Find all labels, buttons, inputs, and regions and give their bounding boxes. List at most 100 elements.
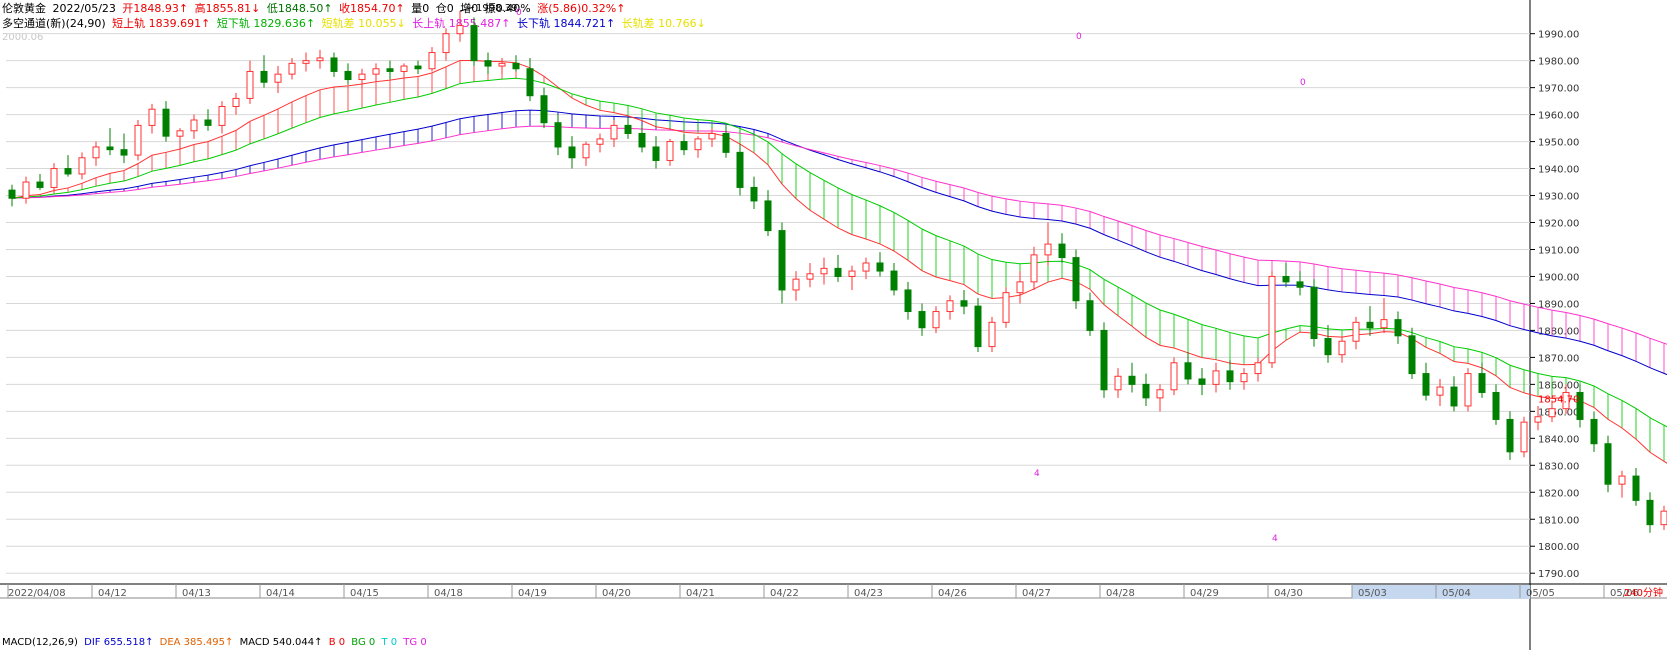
candle-body [1632, 475, 1640, 501]
candle-body [764, 200, 772, 232]
x-tick-label: 04/23 [854, 588, 883, 599]
candle-body [1030, 254, 1038, 283]
candle-body [1240, 373, 1248, 383]
candle-body [1170, 362, 1178, 391]
y-tick-label: 1970.00 [1538, 84, 1579, 95]
y-tick-label: 1850.00 [1538, 407, 1579, 418]
candle-body [1114, 375, 1122, 391]
candle-body [1548, 408, 1556, 418]
signal-marker: 0 [1300, 78, 1306, 88]
macd-dif: DIF 655.518↑ [84, 637, 154, 648]
candle-body [78, 157, 86, 175]
candle-body [624, 124, 632, 134]
candle-body [1226, 370, 1234, 383]
y-tick-label: 1950.00 [1538, 138, 1579, 149]
y-tick-label: 1960.00 [1538, 111, 1579, 122]
long-lower-line [11, 125, 1667, 345]
y-tick-label: 1830.00 [1538, 461, 1579, 472]
candle-body [414, 65, 422, 70]
candle-body [134, 124, 142, 156]
candle-body [428, 52, 436, 70]
candle-body [890, 270, 898, 291]
candle-body [1646, 499, 1654, 526]
candle-body [274, 73, 282, 83]
candle-body [834, 267, 842, 277]
candle-body [1604, 443, 1612, 485]
x-tick-label: 04/28 [1106, 588, 1135, 599]
extreme-leader [459, 6, 475, 12]
x-tick-label: 04/26 [938, 588, 967, 599]
macd-t: T 0 [381, 637, 398, 648]
candle-body [470, 25, 478, 62]
x-tick-label: 04/18 [434, 588, 463, 599]
candle-body [190, 119, 198, 132]
candle-body [638, 132, 646, 148]
candle-body [1408, 335, 1416, 375]
candle-body [50, 168, 58, 188]
y-tick-label: 1910.00 [1538, 245, 1579, 256]
candle-body [974, 305, 982, 348]
candle-body [92, 146, 100, 159]
x-tick-label: 05/04 [1442, 588, 1471, 599]
candle-body [302, 60, 310, 64]
x-tick-label: 04/14 [266, 588, 295, 599]
candle-body [1310, 286, 1318, 340]
candle-body [512, 62, 520, 70]
candle-body [666, 141, 674, 161]
candle-body [498, 62, 506, 67]
candle-body [36, 181, 44, 188]
signal-marker: 4 [1034, 469, 1040, 479]
y-tick-label: 1860.00 [1538, 380, 1579, 391]
candle-body [1590, 418, 1598, 445]
candle-body [1394, 319, 1402, 337]
candle-body [988, 321, 996, 348]
candle-body [540, 95, 548, 124]
candle-body [176, 130, 184, 137]
candle-body [932, 311, 940, 329]
candle-body [722, 132, 730, 153]
candle-body [610, 124, 618, 140]
y-tick-label: 1800.00 [1538, 542, 1579, 553]
candle-body [8, 189, 16, 199]
signal-marker: 4 [1272, 534, 1278, 544]
candle-body [1492, 391, 1500, 420]
candle-body [1618, 475, 1626, 485]
candle-body [568, 146, 576, 159]
candle-body [344, 70, 352, 81]
y-tick-label: 1870.00 [1538, 353, 1579, 364]
candle-body [876, 262, 884, 272]
candle-body [1156, 389, 1164, 399]
x-tick-label: 04/15 [350, 588, 379, 599]
candle-body [1436, 386, 1444, 396]
candle-body [862, 262, 870, 272]
candle-body [554, 122, 562, 148]
short-lower-line [11, 77, 1667, 428]
candle-body [316, 57, 324, 62]
candle-body [1338, 340, 1346, 356]
macd-value: MACD 540.044↑ [239, 637, 323, 648]
x-tick-label: 05/03 [1358, 588, 1387, 599]
candle-body [1296, 281, 1304, 288]
candle-body [22, 181, 30, 199]
candle-body [1100, 329, 1108, 391]
candle-body [148, 108, 156, 126]
candle-body [946, 300, 954, 313]
x-tick-label: 04/19 [518, 588, 547, 599]
candle-body [652, 146, 660, 161]
y-tick-label: 1840.00 [1538, 434, 1579, 445]
candle-body [960, 300, 968, 307]
candle-body [1058, 243, 1066, 259]
x-tick-label: 2022/04/08 [8, 588, 66, 599]
candle-body [1366, 321, 1374, 329]
candle-body [820, 267, 828, 275]
candle-body [1128, 375, 1136, 385]
candle-body [680, 141, 688, 151]
candle-body [106, 146, 114, 151]
candle-body [358, 73, 366, 81]
candlestick-chart[interactable]: 1790.00 1800.00 1810.00 1820.00 1830.00 1840.… [0, 0, 1667, 650]
macd-label: MACD(12,26,9) [2, 637, 78, 648]
x-tick-label: 04/22 [770, 588, 799, 599]
macd-footer: MACD(12,26,9) DIF 655.518↑ DEA 385.495↑ … [2, 637, 430, 648]
candle-body [1044, 243, 1052, 256]
candle-body [1198, 378, 1206, 385]
